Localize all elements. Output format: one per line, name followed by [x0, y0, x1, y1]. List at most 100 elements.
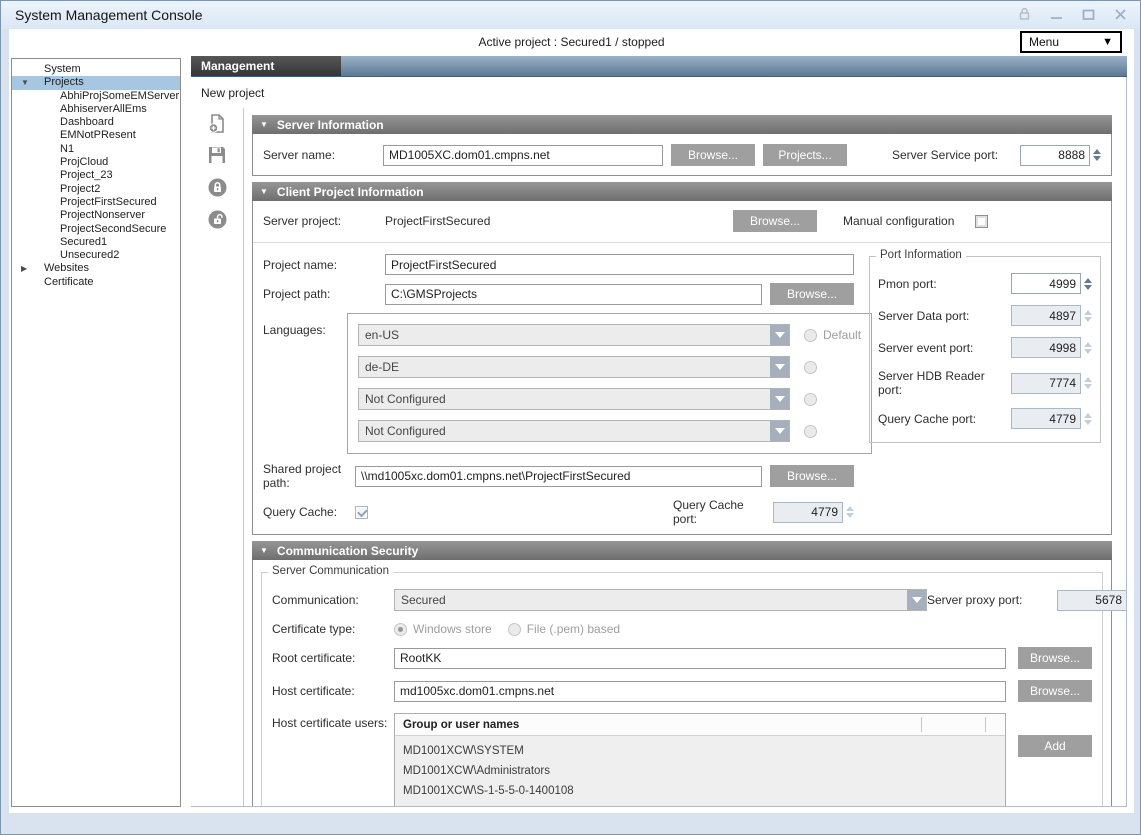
dropdown-arrow-icon[interactable]: [770, 357, 789, 377]
port-spinner: [1011, 408, 1092, 429]
default-language-radio: [804, 425, 817, 438]
port-input[interactable]: [1012, 274, 1080, 293]
shared-path-browse-button[interactable]: Browse...: [770, 465, 854, 487]
server-project-browse-button[interactable]: Browse...: [733, 210, 817, 232]
top-bar: Active project : Secured1 / stopped Menu…: [9, 29, 1134, 56]
tree-item-label: AbhiProjSomeEMServer: [60, 90, 179, 102]
menu-dropdown[interactable]: Menu ▼: [1020, 31, 1122, 53]
user-row[interactable]: MD1001XCW\SYSTEM: [395, 741, 1005, 761]
root-certificate-label: Root certificate:: [272, 651, 394, 665]
spinner-arrows-icon[interactable]: [1084, 278, 1092, 290]
language-dropdown[interactable]: de-DE: [358, 356, 790, 378]
tree-item[interactable]: System: [12, 63, 180, 76]
tree-item[interactable]: ProjectSecondSecure: [12, 223, 180, 236]
page-caption: New project: [191, 77, 1126, 100]
project-path-input[interactable]: [385, 284, 762, 305]
dropdown-arrow-icon[interactable]: [770, 389, 789, 409]
user-name: MD1001XCW\Administrators: [403, 765, 550, 777]
spinner-arrows-icon[interactable]: [1084, 377, 1092, 389]
main-panel: Management New project: [191, 56, 1127, 807]
tree-item-label: Websites: [44, 262, 89, 274]
port-label: Server event port:: [878, 341, 1011, 355]
window-controls: [1016, 6, 1128, 22]
tree-item[interactable]: ▶ Websites: [12, 262, 180, 275]
minimize-button[interactable]: [1048, 6, 1064, 22]
new-project-icon[interactable]: [206, 112, 228, 134]
collapse-icon[interactable]: ▼: [260, 546, 268, 555]
collapse-icon[interactable]: ▼: [260, 120, 268, 129]
tree-item-label: Secured1: [60, 236, 107, 248]
projects-button[interactable]: Projects...: [763, 144, 847, 166]
section-header-client-project-information[interactable]: ▼ Client Project Information: [252, 182, 1112, 201]
workspace: System ▼ Projects AbhiProjSomeEMServer: [9, 56, 1134, 813]
language-dropdown[interactable]: Not Configured: [358, 420, 790, 442]
tree-item[interactable]: ▼ Projects: [12, 76, 180, 89]
tree-expander-icon[interactable]: ▶: [21, 262, 37, 275]
tree-item[interactable]: Secured1: [12, 236, 180, 249]
tree-item[interactable]: Project2: [12, 183, 180, 196]
tree-item[interactable]: AbhiProjSomeEMServer: [12, 90, 180, 103]
tree-item-label: ProjectSecondSecure: [60, 223, 166, 235]
server-service-port-input[interactable]: [1021, 146, 1089, 165]
tab-management[interactable]: Management: [191, 56, 341, 76]
language-row: de-DE: [358, 356, 861, 378]
server-browse-button[interactable]: Browse...: [671, 144, 755, 166]
tree-expander-icon[interactable]: ▼: [21, 76, 37, 89]
tree-item-label: Unsecured2: [60, 249, 119, 261]
communication-dropdown[interactable]: Secured: [394, 589, 927, 611]
navigation-tree: System ▼ Projects AbhiProjSomeEMServer: [11, 58, 181, 807]
port-input[interactable]: [1012, 306, 1080, 325]
tree-item[interactable]: AbhiserverAllEms: [12, 103, 180, 116]
language-dropdown[interactable]: Not Configured: [358, 388, 790, 410]
host-certificate-input[interactable]: [394, 681, 1006, 702]
add-user-button[interactable]: Add: [1018, 735, 1092, 757]
tree-item[interactable]: Project_23: [12, 169, 180, 182]
server-name-input[interactable]: [383, 145, 663, 166]
dropdown-arrow-icon[interactable]: [770, 325, 789, 345]
tree-item[interactable]: Dashboard: [12, 116, 180, 129]
spinner-arrows-icon[interactable]: [1084, 342, 1092, 354]
lock-closed-icon[interactable]: [206, 176, 228, 198]
save-icon[interactable]: [206, 144, 228, 166]
spinner-arrows-icon[interactable]: [1084, 413, 1092, 425]
tree-item[interactable]: ProjectNonserver: [12, 209, 180, 222]
port-input[interactable]: [1012, 338, 1080, 357]
dropdown-arrow-icon[interactable]: [907, 590, 926, 610]
windows-store-radio: [394, 623, 407, 636]
close-button[interactable]: [1112, 6, 1128, 22]
dropdown-arrow-icon[interactable]: [770, 421, 789, 441]
tree-item[interactable]: EMNotPResent: [12, 129, 180, 142]
tree-item[interactable]: Unsecured2: [12, 249, 180, 262]
shared-project-path-input[interactable]: [355, 466, 762, 487]
section-header-server-information[interactable]: ▼ Server Information: [252, 115, 1112, 134]
menu-label: Menu: [1029, 35, 1102, 49]
host-certificate-browse-button[interactable]: Browse...: [1018, 680, 1092, 702]
manual-configuration-checkbox[interactable]: [975, 215, 988, 228]
port-input[interactable]: [1012, 409, 1080, 428]
tree-item[interactable]: N1: [12, 143, 180, 156]
tree-item[interactable]: Certificate: [12, 276, 180, 289]
language-dropdown[interactable]: en-US: [358, 324, 790, 346]
tree-item[interactable]: ProjectFirstSecured: [12, 196, 180, 209]
lock-open-icon[interactable]: [206, 208, 228, 230]
project-path-browse-button[interactable]: Browse...: [770, 283, 854, 305]
spinner-arrows-icon[interactable]: [1093, 149, 1101, 161]
communication-value: Secured: [395, 593, 907, 607]
user-row[interactable]: MD1001XCW\S-1-5-5-0-1400108: [395, 781, 1005, 801]
tree-item-label: ProjCloud: [60, 156, 108, 168]
collapse-icon[interactable]: ▼: [260, 187, 268, 196]
section-header-communication-security[interactable]: ▼ Communication Security: [252, 541, 1112, 560]
spinner-arrows-icon[interactable]: [1084, 310, 1092, 322]
maximize-button[interactable]: [1080, 6, 1096, 22]
port-information-title: Port Information: [876, 249, 966, 261]
default-language-radio: [804, 361, 817, 374]
root-certificate-browse-button[interactable]: Browse...: [1018, 647, 1092, 669]
root-certificate-input[interactable]: [394, 648, 1006, 669]
tree-item[interactable]: ProjCloud: [12, 156, 180, 169]
tree-item-label: ProjectNonserver: [60, 209, 145, 221]
port-input[interactable]: [1012, 374, 1080, 393]
project-name-input[interactable]: [385, 254, 854, 275]
query-cache-port-label: Query Cache port:: [673, 498, 765, 526]
side-toolbar: [191, 108, 243, 806]
user-row[interactable]: MD1001XCW\Administrators: [395, 761, 1005, 781]
